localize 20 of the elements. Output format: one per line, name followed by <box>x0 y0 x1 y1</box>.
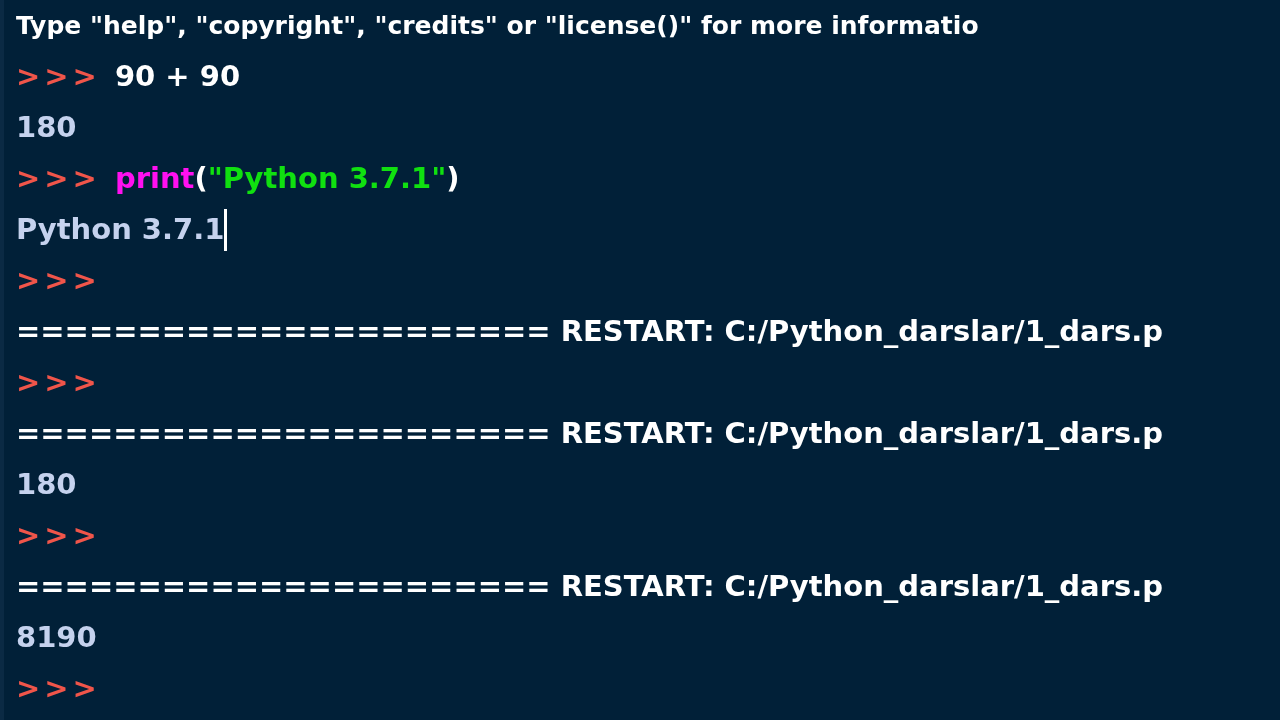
output-text: 180 <box>16 465 77 503</box>
code-text: 90 + 90 <box>114 57 241 95</box>
output-text: Python 3.7.1 <box>16 210 225 248</box>
code-text: ====================== RESTART: C:/Python_darslar/1_dars.p <box>16 567 1163 605</box>
builtin-keyword: print <box>114 159 195 197</box>
shell-prompt: >>> <box>16 57 101 95</box>
output-text: 8190 <box>16 618 97 656</box>
shell-prompt: >>> <box>16 261 101 299</box>
string-literal: "Python 3.7.1" <box>207 159 447 197</box>
code-text: ( <box>194 159 208 197</box>
code-text: ====================== RESTART: C:/Python_darslar/1_dars.p <box>16 312 1163 350</box>
banner-text: Type "help", "copyright", "credits" or "license()" for more informatio <box>16 9 979 42</box>
shell-prompt: >>> <box>16 516 101 554</box>
text-cursor <box>224 208 228 251</box>
code-text: ) <box>446 159 460 197</box>
output-text: 180 <box>16 108 77 146</box>
shell-prompt: >>> <box>16 669 101 707</box>
shell-prompt: >>> <box>16 363 101 401</box>
shell-prompt: >>> <box>16 159 101 197</box>
code-text: ====================== RESTART: C:/Python_darslar/1_dars.p <box>16 414 1163 452</box>
